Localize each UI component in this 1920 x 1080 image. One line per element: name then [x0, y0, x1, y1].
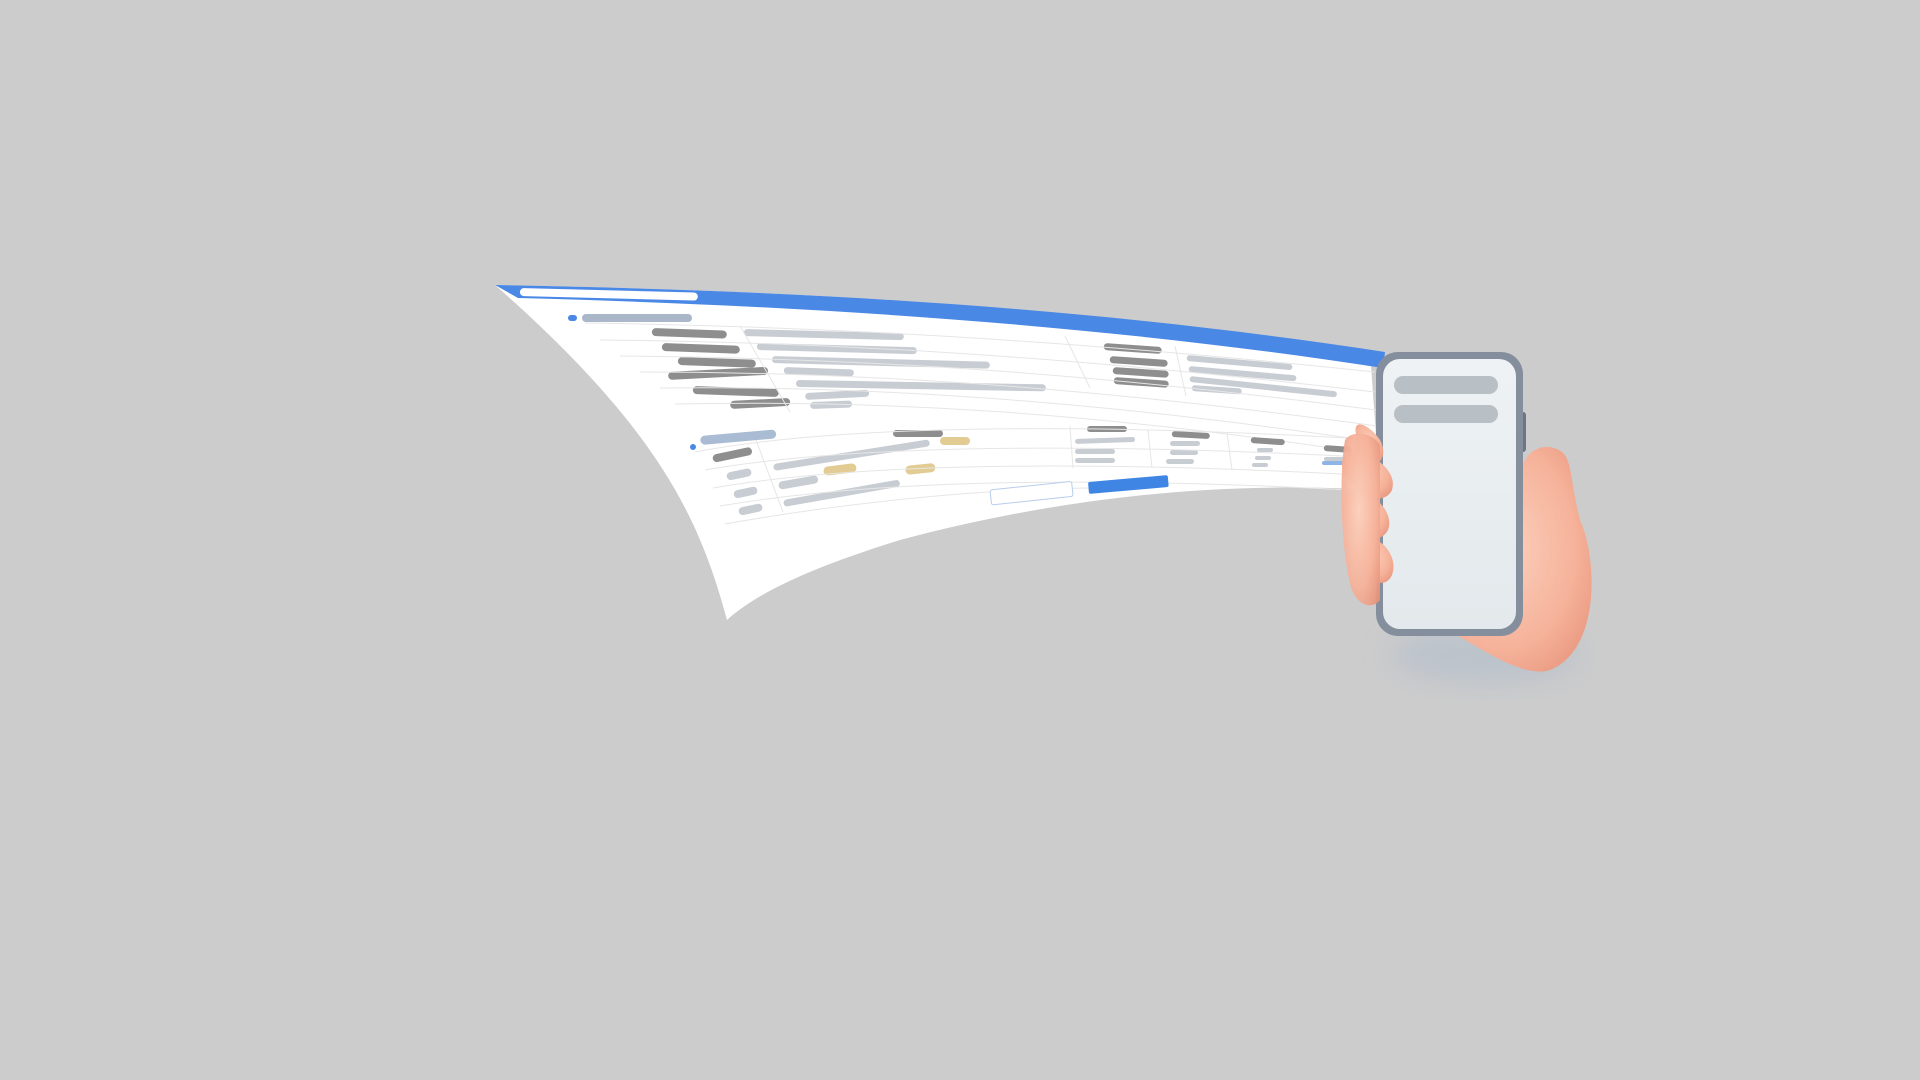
row-value	[1255, 456, 1271, 460]
illustration-canvas	[495, 285, 1592, 683]
section-marker	[568, 315, 577, 321]
row-value	[1075, 458, 1115, 463]
phone-screen	[1383, 359, 1516, 629]
row-value	[1252, 463, 1268, 467]
status-tag	[940, 437, 970, 445]
phone-screen-row	[1394, 405, 1498, 423]
link-tag	[1322, 461, 1344, 465]
finger-thumb-base	[1341, 433, 1380, 606]
smartphone-icon	[1376, 352, 1526, 636]
phone-screen-row	[1394, 376, 1498, 394]
row-value	[1257, 448, 1273, 452]
row-value	[1170, 441, 1200, 446]
section-marker	[690, 444, 696, 450]
hand-holding-phone	[1341, 352, 1592, 683]
row-value	[1170, 450, 1198, 455]
row-value	[1324, 457, 1344, 461]
section-title-placeholder	[582, 314, 692, 322]
row-value	[1166, 459, 1194, 464]
document-sheet	[495, 285, 1385, 620]
row-value	[1075, 449, 1115, 454]
